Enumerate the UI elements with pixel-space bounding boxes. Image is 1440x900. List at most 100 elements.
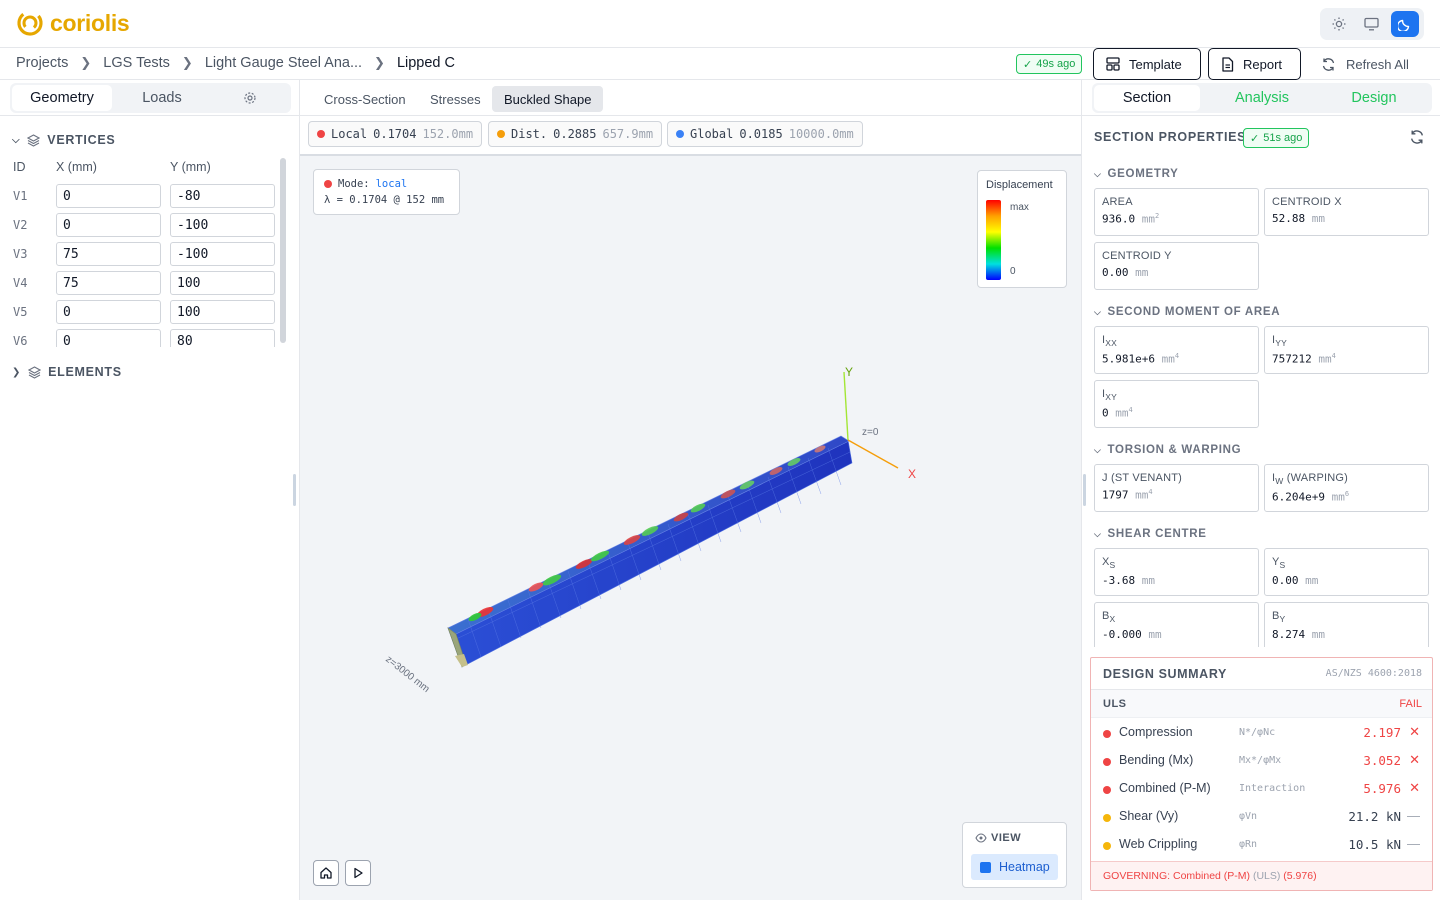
app-logo[interactable]: coriolis: [16, 9, 130, 37]
vertex-x-input[interactable]: [56, 213, 161, 237]
mode-label: Global: [690, 127, 734, 141]
design-check-row[interactable]: Bending (Mx) Mx*/φMx 3.052 ✕: [1091, 747, 1432, 775]
buckled-beam-render: [447, 371, 899, 668]
legend-min: 0: [1010, 266, 1016, 277]
template-button[interactable]: Template: [1093, 48, 1201, 80]
check-name: Web Crippling: [1119, 837, 1198, 851]
tab-cross-section[interactable]: Cross-Section: [312, 86, 418, 112]
geometry-group-toggle[interactable]: ⌵ GEOMETRY: [1094, 168, 1179, 180]
reset-view-button[interactable]: [313, 860, 339, 886]
tab-loads[interactable]: Loads: [112, 85, 212, 111]
report-button[interactable]: Report: [1208, 48, 1301, 80]
property-label: IXY: [1102, 388, 1118, 403]
property-value: 1797 mm4: [1102, 488, 1153, 502]
chevron-right-icon: ❯: [12, 366, 22, 378]
left-panel-resize-handle[interactable]: [293, 474, 296, 506]
dash-icon: —: [1407, 836, 1420, 851]
section-properties-status-text: 51s ago: [1263, 132, 1303, 144]
template-button-label: Template: [1129, 56, 1182, 72]
property-card-ixx: IXX 5.981e+6 mm4: [1094, 326, 1259, 374]
vertices-section-toggle[interactable]: ⌵ VERTICES: [12, 133, 115, 147]
vertex-y-input[interactable]: [170, 213, 275, 237]
table-row: V5: [13, 300, 279, 324]
theme-light-button[interactable]: [1325, 11, 1353, 37]
mode-chip-local[interactable]: Local 0.1704 152.0mm: [308, 121, 483, 147]
table-row: V1: [13, 184, 279, 208]
design-summary-panel: DESIGN SUMMARY AS/NZS 4600:2018 ULS FAIL…: [1090, 657, 1433, 891]
property-label: BY: [1272, 610, 1286, 625]
breadcrumb-lgs-tests[interactable]: LGS Tests: [103, 55, 170, 71]
property-label: BX: [1102, 610, 1116, 625]
vertex-x-input[interactable]: [56, 329, 161, 347]
check-formula: Mx*/φMx: [1239, 755, 1282, 766]
tab-buckled-shape[interactable]: Buckled Shape: [492, 86, 604, 112]
vertex-id: V1: [13, 189, 28, 203]
shear-centre-group-toggle[interactable]: ⌵ SHEAR CENTRE: [1094, 528, 1207, 540]
axis-label-x: X: [908, 467, 917, 481]
group-title: SECOND MOMENT OF AREA: [1107, 306, 1281, 318]
vertex-y-input[interactable]: [170, 271, 275, 295]
design-summary-header: DESIGN SUMMARY AS/NZS 4600:2018: [1091, 658, 1432, 690]
heatmap-swatch: [980, 861, 991, 873]
vertex-y-input[interactable]: [170, 184, 275, 208]
legend-color-ramp: [986, 200, 1001, 280]
theme-system-button[interactable]: [1358, 11, 1386, 37]
file-text-icon: [1222, 56, 1234, 72]
check-formula: φRn: [1239, 839, 1258, 850]
heatmap-toggle[interactable]: Heatmap: [971, 854, 1058, 880]
layers-icon: [27, 133, 41, 147]
tab-section[interactable]: Section: [1094, 85, 1200, 111]
breadcrumb-bar: Projects ❯ LGS Tests ❯ Light Gauge Steel…: [0, 48, 1440, 80]
vertex-x-input[interactable]: [56, 242, 161, 266]
recalculate-button[interactable]: [1409, 129, 1425, 148]
vertices-title: VERTICES: [47, 133, 116, 147]
viewer-tabs: Cross-Section Stresses Buckled Shape: [300, 80, 1081, 116]
moon-icon: [1397, 19, 1409, 31]
torsion-group-toggle[interactable]: ⌵ TORSION & WARPING: [1094, 444, 1241, 456]
refresh-icon: [1410, 130, 1424, 144]
tab-geometry[interactable]: Geometry: [12, 85, 112, 111]
design-check-row[interactable]: Compression N*/φNc 2.197 ✕: [1091, 719, 1432, 747]
elements-section-toggle[interactable]: ❯ ELEMENTS: [12, 365, 122, 379]
vertex-x-input[interactable]: [56, 271, 161, 295]
vertices-list[interactable]: V1 V2 V3 V4 V5 V6: [0, 182, 280, 347]
theme-dark-button[interactable]: [1390, 11, 1419, 37]
check-value: 21.2 kN: [1348, 809, 1401, 824]
vertex-y-input[interactable]: [170, 242, 275, 266]
play-animation-button[interactable]: [345, 860, 371, 886]
coriolis-logo-icon: [17, 10, 43, 36]
section-properties-list[interactable]: ⌵ GEOMETRY AREA 936.0 mm2 CENTROID X 52.…: [1082, 160, 1440, 647]
tab-design[interactable]: Design: [1321, 85, 1427, 111]
breadcrumb-analysis[interactable]: Light Gauge Steel Ana...: [205, 55, 362, 71]
refresh-icon: [1322, 57, 1335, 71]
mode-chip-distortional[interactable]: Dist. 0.2885 657.9mm: [488, 121, 663, 147]
vertices-scrollbar[interactable]: [280, 158, 286, 343]
vertex-x-input[interactable]: [56, 184, 161, 208]
layers-icon: [28, 365, 42, 379]
tab-stresses[interactable]: Stresses: [418, 86, 493, 112]
right-panel-resize-handle[interactable]: [1083, 474, 1086, 506]
tab-analysis[interactable]: Analysis: [1209, 85, 1315, 111]
status-dot: [1103, 814, 1111, 822]
chevron-down-icon: ⌵: [1094, 528, 1102, 539]
vertex-id: V6: [13, 334, 28, 347]
design-check-row[interactable]: Combined (P-M) Interaction 5.976 ✕: [1091, 775, 1432, 803]
property-card-xs: XS -3.68 mm: [1094, 548, 1259, 596]
3d-viewport[interactable]: Y X z=0 z=3000 mm Mode: local λ = 0.1704…: [300, 155, 1081, 900]
settings-button[interactable]: [235, 85, 265, 111]
breadcrumb-current: Lipped C: [396, 55, 455, 71]
vertex-id: V4: [13, 276, 28, 290]
design-check-row[interactable]: Web Crippling φRn 10.5 kN —: [1091, 831, 1432, 859]
column-header-id: ID: [13, 160, 26, 174]
vertex-y-input[interactable]: [170, 329, 275, 347]
check-value: 5.976: [1363, 781, 1401, 796]
mode-chip-global[interactable]: Global 0.0185 10000.0mm: [667, 121, 863, 147]
property-label: CENTROID Y: [1102, 250, 1172, 262]
design-check-row[interactable]: Shear (Vy) φVn 21.2 kN —: [1091, 803, 1432, 831]
property-card-ys: YS 0.00 mm: [1264, 548, 1429, 596]
breadcrumb-projects[interactable]: Projects: [16, 55, 68, 71]
second-moment-group-toggle[interactable]: ⌵ SECOND MOMENT OF AREA: [1094, 306, 1280, 318]
vertex-y-input[interactable]: [170, 300, 275, 324]
vertex-x-input[interactable]: [56, 300, 161, 324]
refresh-all-button[interactable]: Refresh All: [1309, 48, 1421, 80]
